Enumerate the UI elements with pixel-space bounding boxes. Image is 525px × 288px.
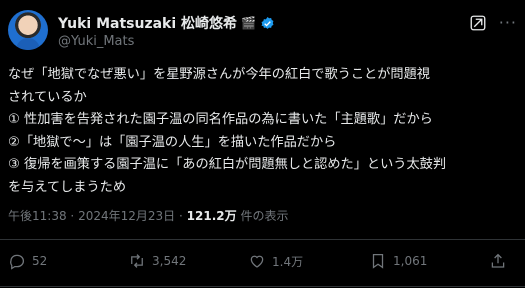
views-label: 件の表示: [240, 209, 289, 223]
view-count: 121.2万: [186, 209, 237, 223]
post-text: なぜ「地獄でなぜ悪い」を星野源さんが今年の紅白で歌うことが問題視 されているか …: [8, 67, 447, 195]
action-bar: 52 3,542 1.4万 1,061: [0, 252, 525, 278]
bookmark-button[interactable]: 1,061: [369, 252, 427, 270]
avatar[interactable]: [8, 10, 48, 50]
post-meta: 午後11:38 · 2024年12月23日 · 121.2万 件の表示: [8, 207, 288, 224]
like-count: 1.4万: [272, 254, 304, 269]
repost-count: 3,542: [152, 254, 187, 268]
reply-button[interactable]: 52: [8, 252, 47, 270]
meta-separator: ·: [179, 209, 183, 223]
reply-icon: [10, 254, 25, 270]
post-date[interactable]: 2024年12月23日: [78, 209, 175, 223]
repost-icon: [131, 254, 143, 268]
header-actions: ···: [469, 14, 517, 32]
clapperboard-icon: 🎬: [241, 16, 256, 30]
divider: [0, 286, 525, 287]
heart-icon: [250, 255, 264, 268]
repost-button[interactable]: 3,542: [128, 252, 186, 270]
author-name[interactable]: Yuki Matsuzaki 松崎悠希: [58, 13, 237, 33]
more-options-icon[interactable]: ···: [499, 15, 517, 31]
bookmark-icon: [372, 253, 384, 269]
share-icon: [491, 253, 505, 268]
grok-icon[interactable]: [469, 14, 487, 32]
bookmark-count: 1,061: [393, 254, 428, 268]
author-handle[interactable]: @Yuki_Mats: [58, 34, 134, 49]
author-name-row[interactable]: Yuki Matsuzaki 松崎悠希 🎬: [58, 13, 275, 33]
share-button[interactable]: [489, 252, 507, 270]
reply-count: 52: [32, 254, 48, 268]
post-header: Yuki Matsuzaki 松崎悠希 🎬 @Yuki_Mats ···: [8, 10, 517, 54]
meta-separator: ·: [70, 209, 75, 223]
verified-badge-icon: [261, 16, 274, 29]
divider: [0, 239, 525, 240]
post-time[interactable]: 午後11:38: [8, 209, 67, 223]
like-button[interactable]: 1.4万: [248, 252, 303, 270]
